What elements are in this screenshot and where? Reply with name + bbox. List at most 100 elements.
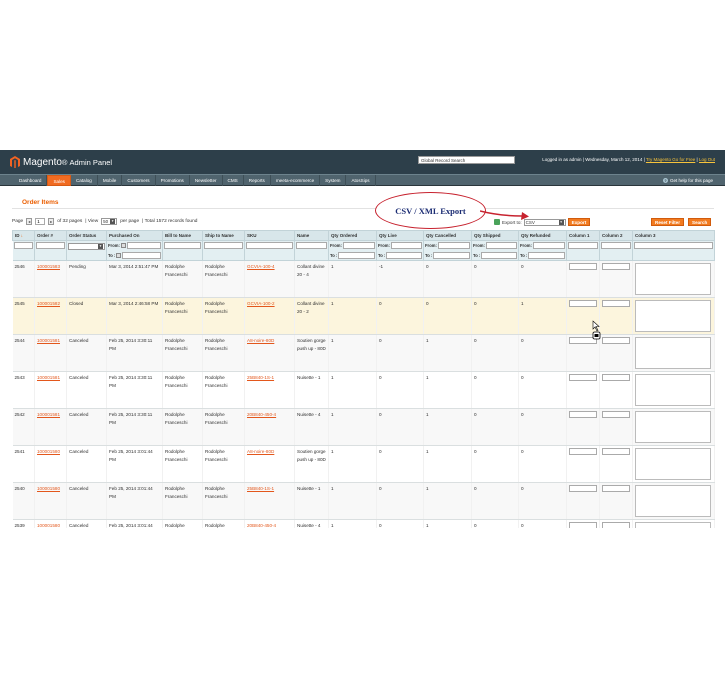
filter-column-1[interactable] xyxy=(568,242,598,249)
column-2-input[interactable] xyxy=(602,300,630,307)
nav-meeta-ecommerce[interactable]: meeta-ecommerce xyxy=(271,175,321,186)
order-link[interactable]: 100001582 xyxy=(37,301,60,306)
nav-sales[interactable]: Sales xyxy=(47,175,71,186)
column-1-input[interactable] xyxy=(569,522,597,528)
nav-atossips[interactable]: AtosSips xyxy=(346,175,376,186)
col-order-status[interactable]: Order Status xyxy=(66,230,107,241)
filter-qty-cancelled-to[interactable] xyxy=(433,251,470,259)
nav-customers[interactable]: Customers xyxy=(122,175,156,186)
order-link[interactable]: 100001580 xyxy=(37,449,60,454)
column-2-input[interactable] xyxy=(602,374,630,381)
column-2-input[interactable] xyxy=(602,448,630,455)
column-3-textarea[interactable] xyxy=(635,485,711,517)
filter-order[interactable] xyxy=(36,242,65,249)
column-3-textarea[interactable] xyxy=(635,374,711,406)
column-1-input[interactable] xyxy=(569,374,597,381)
calendar-icon[interactable] xyxy=(116,252,122,258)
prev-page-button[interactable]: ◂ xyxy=(26,218,33,225)
filter-ship-to[interactable] xyxy=(204,242,243,249)
col-ship-to[interactable]: Ship to Name xyxy=(202,230,245,241)
col-qty-ordered[interactable]: Qty Ordered xyxy=(328,230,377,241)
column-2-input[interactable] xyxy=(602,337,630,344)
col-id[interactable]: ID ↓ xyxy=(12,230,35,241)
column-2-input[interactable] xyxy=(602,263,630,270)
nav-cms[interactable]: CMS xyxy=(223,175,244,186)
filter-id[interactable] xyxy=(13,242,33,249)
filter-bill-to[interactable] xyxy=(164,242,201,249)
column-3-textarea[interactable] xyxy=(635,263,711,295)
reset-filter-button[interactable]: Reset Filter xyxy=(651,218,685,226)
table-row[interactable]: 2541 100001580 Canceled Feb 25, 2014 3:0… xyxy=(12,445,715,483)
filter-status-select[interactable]: ▾ xyxy=(68,242,105,250)
nav-system[interactable]: System xyxy=(320,175,347,186)
filter-purchased-from[interactable] xyxy=(126,242,161,249)
filter-qty-refunded-from[interactable] xyxy=(532,242,565,249)
next-page-button[interactable]: ▸ xyxy=(48,218,55,225)
table-row[interactable]: 2540 100001580 Canceled Feb 25, 2014 3:0… xyxy=(12,482,715,520)
table-row[interactable]: 2542 100001581 Canceled Feb 25, 2014 3:3… xyxy=(12,408,715,446)
filter-column-3[interactable] xyxy=(634,242,713,249)
column-3-textarea[interactable] xyxy=(635,337,711,369)
column-1-input[interactable] xyxy=(569,300,597,307)
col-column-2[interactable]: Column 2 xyxy=(599,230,633,241)
nav-mobile[interactable]: Mobile xyxy=(98,175,123,186)
order-link[interactable]: 100001581 xyxy=(37,412,60,417)
col-qty-shipped[interactable]: Qty Shipped xyxy=(471,230,519,241)
filter-sku[interactable] xyxy=(246,242,293,249)
table-row[interactable]: 2545 100001582 Closed Mar 3, 2014 2:46:5… xyxy=(12,297,715,335)
column-2-input[interactable] xyxy=(602,411,630,418)
page-number-input[interactable] xyxy=(35,218,46,225)
order-link[interactable]: 100001581 xyxy=(37,338,60,343)
order-link[interactable]: 100001580 xyxy=(37,486,60,491)
nav-catalog[interactable]: Catalog xyxy=(71,175,98,186)
calendar-icon[interactable] xyxy=(120,243,126,248)
col-qty-cancelled[interactable]: Qty Cancelled xyxy=(423,230,472,241)
export-button[interactable]: Export xyxy=(567,218,591,226)
search-button[interactable]: Search xyxy=(688,218,712,226)
order-link[interactable]: 100001580 xyxy=(37,523,60,528)
filter-qty-live-from[interactable] xyxy=(390,242,422,249)
sku-link[interactable]: 25B840-1S-1 xyxy=(247,375,274,380)
filter-column-2[interactable] xyxy=(601,242,631,249)
sku-link[interactable]: A8-noire-80D xyxy=(247,338,274,343)
help-link[interactable]: ? Get help for this page xyxy=(662,178,713,183)
filter-qty-ordered-to[interactable] xyxy=(338,251,375,259)
logout-link[interactable]: Log Out xyxy=(699,157,715,162)
column-3-textarea[interactable] xyxy=(635,522,711,528)
column-1-input[interactable] xyxy=(569,411,597,418)
export-format-select[interactable]: CSV ▾ xyxy=(523,218,566,226)
col-sku[interactable]: SKU xyxy=(244,230,295,241)
magento-logo[interactable]: Magento® Admin Panel xyxy=(10,155,112,169)
table-row[interactable]: 2543 100001581 Canceled Feb 25, 2014 3:3… xyxy=(12,371,715,409)
sku-link[interactable]: GCVIA-100-2 xyxy=(247,301,275,306)
filter-qty-refunded-to[interactable] xyxy=(528,251,565,259)
sku-link[interactable]: GCVIA-100-4 xyxy=(247,264,275,269)
column-3-textarea[interactable] xyxy=(635,300,711,332)
table-row[interactable]: 2544 100001581 Canceled Feb 25, 2014 3:3… xyxy=(12,334,715,372)
col-column-1[interactable]: Column 1 xyxy=(566,230,600,241)
column-3-textarea[interactable] xyxy=(635,411,711,443)
table-row[interactable]: 2539 100001580 Canceled Feb 25, 2014 3:0… xyxy=(12,519,715,528)
sku-link[interactable]: 20B840-450-4 xyxy=(247,412,276,417)
filter-qty-ordered-from[interactable] xyxy=(342,242,375,249)
nav-newsletter[interactable]: Newsletter xyxy=(190,175,223,186)
sku-link[interactable]: 20B840-450-4 xyxy=(247,523,276,528)
column-1-input[interactable] xyxy=(569,263,597,270)
nav-promotions[interactable]: Promotions xyxy=(156,175,190,186)
nav-reports[interactable]: Reports xyxy=(244,175,271,186)
table-row[interactable]: 2546 100001583 Pending Mar 3, 2014 2:51:… xyxy=(12,260,715,298)
col-bill-to[interactable]: Bill to Name xyxy=(162,230,203,241)
nav-dashboard[interactable]: Dashboard xyxy=(14,175,48,186)
column-3-textarea[interactable] xyxy=(635,448,711,480)
sku-link[interactable]: 25B840-1S-1 xyxy=(247,486,274,491)
filter-qty-shipped-from[interactable] xyxy=(485,242,517,249)
try-magento-link[interactable]: Try Magento Go for Free xyxy=(646,157,695,162)
col-name[interactable]: Name xyxy=(294,230,329,241)
filter-purchased-to[interactable] xyxy=(122,251,161,259)
col-purchased-on[interactable]: Purchased On xyxy=(106,230,163,241)
global-search-input[interactable]: Global Record Search xyxy=(418,156,515,164)
order-link[interactable]: 100001581 xyxy=(37,375,60,380)
filter-qty-shipped-to[interactable] xyxy=(481,251,517,259)
per-page-select[interactable]: 50 ▾ xyxy=(101,218,118,225)
column-1-input[interactable] xyxy=(569,448,597,455)
